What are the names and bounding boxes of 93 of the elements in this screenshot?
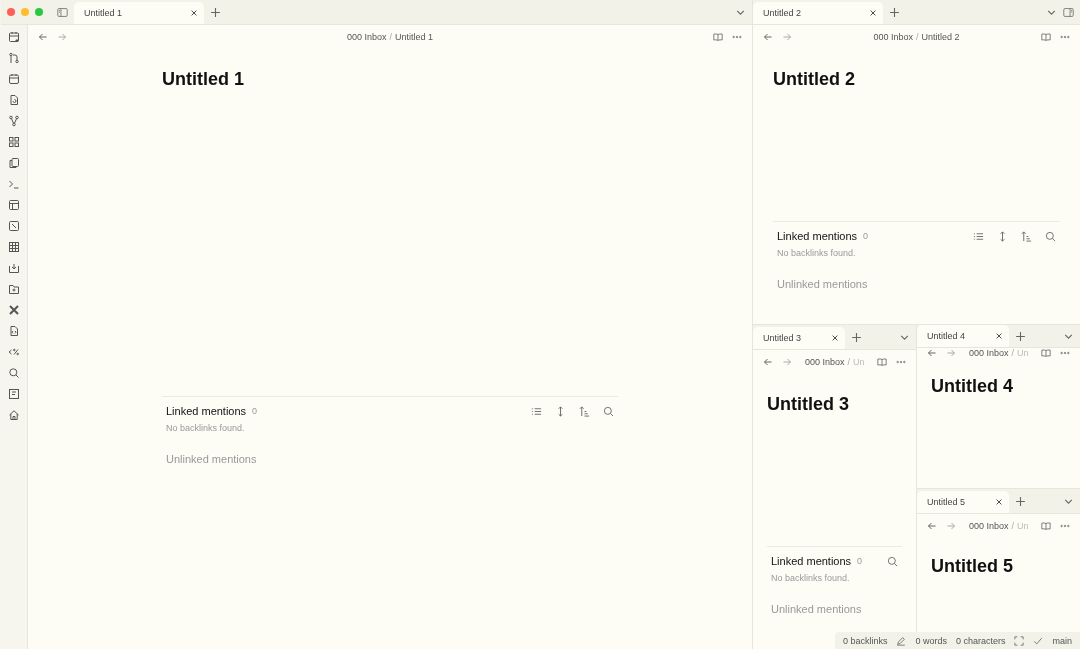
zoom-window-icon[interactable]	[35, 8, 43, 16]
calendar-plus-icon[interactable]	[7, 31, 20, 43]
tab[interactable]: Untitled 2	[753, 2, 883, 24]
word-count: 0 words	[915, 635, 947, 646]
tab[interactable]: Untitled 1	[74, 2, 204, 24]
fullscreen-icon[interactable]	[1014, 635, 1025, 646]
close-icon[interactable]	[190, 9, 198, 17]
layout-icon[interactable]	[7, 199, 20, 211]
close-icon[interactable]	[831, 334, 839, 342]
note-title: Untitled 1	[162, 69, 245, 90]
back-arrow-icon[interactable]	[763, 357, 773, 367]
close-window-icon[interactable]	[7, 8, 15, 16]
breadcrumb-folder[interactable]: 000 Inbox	[805, 357, 845, 367]
git-branch-icon[interactable]	[7, 52, 20, 64]
search-icon[interactable]	[887, 555, 898, 567]
backlinks-count[interactable]: 0 backlinks	[842, 635, 888, 646]
tab-title: Untitled 1	[84, 8, 123, 18]
search-icon[interactable]	[603, 405, 614, 417]
linked-mentions-heading[interactable]: Linked mentions	[777, 230, 858, 242]
tab-title: Untitled 5	[927, 497, 966, 507]
expand-vertical-icon[interactable]	[997, 230, 1008, 242]
back-arrow-icon[interactable]	[927, 348, 937, 358]
note-title: Untitled 5	[931, 556, 1014, 577]
breadcrumb-separator: /	[847, 357, 851, 367]
tab[interactable]: Untitled 3	[753, 327, 845, 349]
file-sync-icon[interactable]	[7, 94, 20, 106]
breadcrumb-folder[interactable]: 000 Inbox	[969, 521, 1009, 531]
inbox-icon[interactable]	[7, 262, 20, 274]
book-icon[interactable]	[877, 357, 887, 367]
breadcrumb-separator: /	[1011, 348, 1015, 358]
new-tab-icon[interactable]	[1015, 330, 1026, 342]
breadcrumb-folder[interactable]: 000 Inbox	[969, 348, 1009, 358]
sidebar-toggle-icon[interactable]	[1063, 6, 1074, 18]
close-icon[interactable]	[995, 498, 1003, 506]
note-title: Untitled 4	[931, 376, 1014, 397]
character-count: 0 characters	[955, 635, 1006, 646]
book-icon[interactable]	[1041, 521, 1051, 531]
sort-icon[interactable]	[1021, 230, 1032, 242]
book-icon[interactable]	[713, 32, 723, 42]
backlink-count: 0	[857, 556, 863, 566]
calendar-icon[interactable]	[7, 73, 20, 85]
breadcrumb-folder[interactable]: 000 Inbox	[873, 32, 913, 42]
back-arrow-icon[interactable]	[763, 32, 773, 42]
breadcrumb-separator: /	[916, 32, 919, 42]
close-icon[interactable]	[995, 332, 1003, 340]
list-icon[interactable]	[973, 230, 984, 242]
breadcrumb-folder[interactable]: 000 Inbox	[346, 32, 387, 42]
back-arrow-icon[interactable]	[927, 521, 937, 531]
close-icon[interactable]	[869, 9, 877, 17]
template-icon[interactable]	[7, 346, 20, 358]
tab-title: Untitled 2	[763, 8, 802, 18]
backlink-count: 0	[863, 231, 869, 241]
linked-mentions-heading[interactable]: Linked mentions	[771, 555, 852, 567]
home-icon[interactable]	[7, 409, 20, 421]
table-icon[interactable]	[7, 241, 20, 253]
new-tab-icon[interactable]	[210, 6, 221, 18]
expand-vertical-icon[interactable]	[555, 405, 566, 417]
sort-icon[interactable]	[579, 405, 590, 417]
note-title: Untitled 3	[767, 394, 850, 415]
breadcrumb-note[interactable]: Untitled 1	[395, 32, 434, 42]
code-file-icon[interactable]	[7, 325, 20, 337]
backlink-count: 0	[252, 406, 258, 416]
empty-message: No backlinks found.	[771, 573, 851, 583]
tab[interactable]: Untitled 5	[917, 491, 1009, 513]
tab[interactable]: Untitled 4	[917, 325, 1009, 347]
note-title: Untitled 2	[773, 69, 856, 90]
search-icon[interactable]	[1045, 230, 1056, 242]
tab-title: Untitled 4	[927, 331, 966, 341]
branch-name[interactable]: main	[1052, 635, 1072, 646]
new-tab-icon[interactable]	[889, 6, 900, 18]
list-icon[interactable]	[531, 405, 542, 417]
linked-mentions-heading[interactable]: Linked mentions	[166, 405, 247, 417]
back-arrow-icon[interactable]	[38, 32, 48, 42]
new-tab-icon[interactable]	[851, 331, 862, 343]
book-icon[interactable]	[1041, 348, 1051, 358]
breadcrumb-note[interactable]: Untitled 2	[921, 32, 960, 42]
check-icon[interactable]	[1033, 635, 1044, 646]
sidebar-toggle-icon[interactable]	[57, 6, 68, 18]
breadcrumb-separator: /	[389, 32, 392, 42]
empty-message: No backlinks found.	[777, 248, 857, 258]
new-tab-icon[interactable]	[1015, 495, 1026, 507]
book-icon[interactable]	[1041, 32, 1051, 42]
search-icon[interactable]	[7, 367, 20, 379]
pencil-icon[interactable]	[896, 635, 907, 646]
tab-title: Untitled 3	[763, 333, 802, 343]
empty-message: No backlinks found.	[166, 423, 246, 433]
grid-icon[interactable]	[7, 136, 20, 148]
copy-icon[interactable]	[7, 157, 20, 169]
graph-icon[interactable]	[7, 115, 20, 127]
terminal-icon[interactable]	[7, 178, 20, 190]
folder-plus-icon[interactable]	[7, 283, 20, 295]
board-icon[interactable]	[7, 388, 20, 400]
breadcrumb-separator: /	[1011, 521, 1015, 531]
